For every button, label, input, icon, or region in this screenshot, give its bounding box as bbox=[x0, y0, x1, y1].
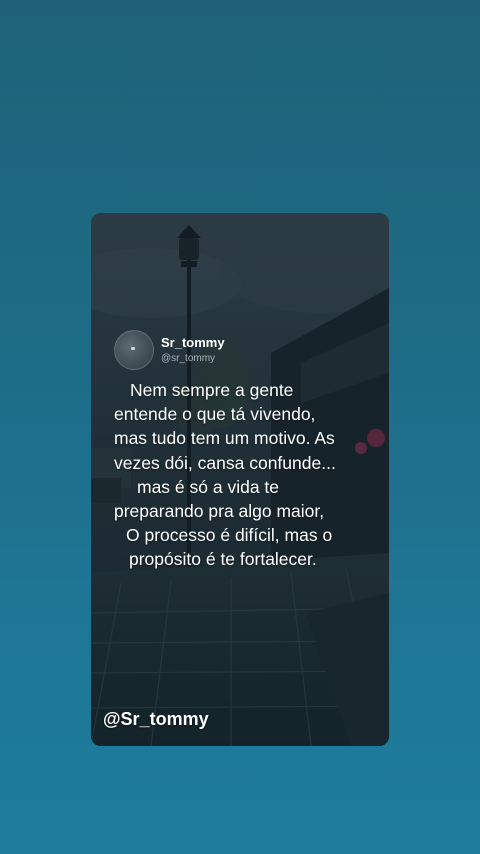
author-handle: @sr_tommy bbox=[161, 353, 216, 364]
author-name: Sr_tommy bbox=[161, 335, 225, 350]
quote-line: mas tudo tem um motivo. As bbox=[114, 428, 335, 449]
quote-line: preparando pra algo maior, bbox=[114, 501, 325, 522]
author-names: Sr_tommy @sr_tommy bbox=[161, 336, 225, 364]
quote-text: Nem sempre a gente entende o que tá vive… bbox=[91, 378, 389, 572]
watermark-handle: @Sr_tommy bbox=[103, 709, 209, 729]
quote-line: entende o que tá vivendo, bbox=[114, 404, 316, 425]
post-card: Sr_tommy @sr_tommy Nem sempre a gente en… bbox=[91, 213, 389, 746]
quote-line: propósito é te fortalecer. bbox=[129, 549, 317, 570]
quote-line: mas é só a vida te bbox=[137, 476, 280, 497]
avatar bbox=[114, 330, 154, 370]
quote-line: O processo é difícil, mas o bbox=[126, 525, 333, 546]
author-profile: Sr_tommy @sr_tommy bbox=[114, 330, 225, 370]
avatar-image-icon bbox=[131, 347, 135, 350]
quote-line: Nem sempre a gente bbox=[130, 380, 294, 400]
quote-line: vezes dói, cansa confunde... bbox=[114, 452, 336, 473]
